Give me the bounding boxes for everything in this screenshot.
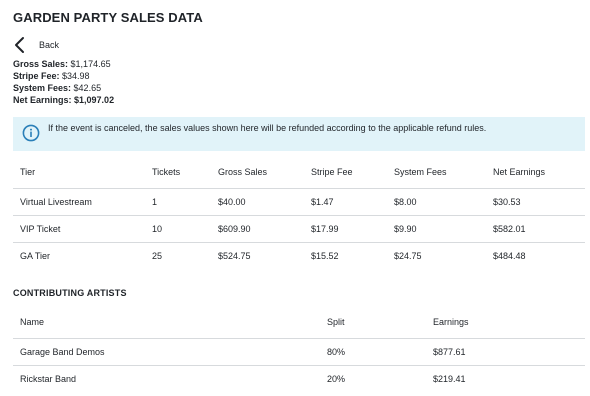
tier-net-earnings: $30.53 [486, 187, 585, 215]
table-row: GA Tier 25 $524.75 $15.52 $24.75 $484.48 [13, 241, 585, 269]
tier-system-fees: $9.90 [387, 214, 486, 242]
artists-header-row: Name Split Earnings [13, 307, 585, 338]
tier-stripe-fee: $15.52 [304, 241, 387, 269]
tiers-header-row: Tier Tickets Gross Sales Stripe Fee Syst… [13, 157, 585, 188]
tier-system-fees: $24.75 [387, 241, 486, 269]
artists-col-earnings: Earnings [433, 317, 469, 328]
artists-col-split: Split [327, 317, 345, 328]
summary-stripe-fee: Stripe Fee: $34.98 [13, 70, 114, 82]
system-fees-label: System Fees: [13, 83, 72, 93]
tier-system-fees: $8.00 [387, 187, 486, 215]
tiers-col-system-fees: System Fees [394, 167, 447, 178]
tiers-col-gross-sales: Gross Sales [218, 167, 268, 178]
gross-sales-label: Gross Sales: [13, 59, 69, 69]
artist-name: Garage Band Demos [13, 337, 320, 365]
table-row: VIP Ticket 10 $609.90 $17.99 $9.90 $582.… [13, 214, 585, 242]
summary-gross-sales: Gross Sales: $1,174.65 [13, 58, 114, 70]
tier-net-earnings: $484.48 [486, 241, 585, 269]
stripe-fee-label: Stripe Fee: [13, 71, 60, 81]
page-title: GARDEN PARTY SALES DATA [13, 10, 203, 25]
tiers-col-net-earnings: Net Earnings [493, 167, 546, 178]
contributing-artists-heading: CONTRIBUTING ARTISTS [13, 288, 127, 298]
back-label: Back [39, 40, 60, 50]
artists-table: Name Split Earnings Garage Band Demos 80… [13, 307, 585, 392]
net-earnings-value: $1,097.02 [74, 95, 115, 105]
tier-name: Virtual Livestream [13, 187, 145, 215]
tiers-col-stripe-fee: Stripe Fee [311, 167, 353, 178]
table-row: Garage Band Demos 80% $877.61 [13, 337, 585, 365]
tier-net-earnings: $582.01 [486, 214, 585, 242]
net-earnings-label: Net Earnings: [13, 95, 72, 105]
summary-system-fees: System Fees: $42.65 [13, 82, 114, 94]
tiers-col-tickets: Tickets [152, 167, 181, 178]
tier-gross-sales: $524.75 [211, 241, 304, 269]
tier-stripe-fee: $1.47 [304, 187, 387, 215]
back-button[interactable]: Back [13, 36, 59, 54]
table-row: Virtual Livestream 1 $40.00 $1.47 $8.00 … [13, 187, 585, 215]
artist-split: 20% [320, 364, 426, 392]
system-fees-value: $42.65 [73, 83, 102, 93]
tier-name: VIP Ticket [13, 214, 145, 242]
tier-gross-sales: $609.90 [211, 214, 304, 242]
info-icon [22, 124, 40, 142]
stripe-fee-value: $34.98 [62, 71, 90, 81]
sales-data-page: GARDEN PARTY SALES DATA Back Gross Sales… [0, 0, 590, 396]
artist-earnings: $219.41 [426, 364, 585, 392]
refund-info-banner: If the event is canceled, the sales valu… [13, 117, 585, 151]
gross-sales-value: $1,174.65 [70, 59, 111, 69]
artists-col-name: Name [20, 317, 45, 328]
artist-name: Rickstar Band [13, 364, 320, 392]
tiers-col-tier: Tier [20, 167, 36, 178]
tier-stripe-fee: $17.99 [304, 214, 387, 242]
tier-gross-sales: $40.00 [211, 187, 304, 215]
summary-net-earnings: Net Earnings: $1,097.02 [13, 94, 114, 106]
tier-name: GA Tier [13, 241, 145, 269]
artist-earnings: $877.61 [426, 337, 585, 365]
tiers-table: Tier Tickets Gross Sales Stripe Fee Syst… [13, 157, 585, 269]
tier-tickets: 10 [145, 214, 211, 242]
tier-tickets: 1 [145, 187, 211, 215]
sales-summary: Gross Sales: $1,174.65 Stripe Fee: $34.9… [13, 58, 114, 106]
artist-split: 80% [320, 337, 426, 365]
tier-tickets: 25 [145, 241, 211, 269]
chevron-left-icon [15, 37, 24, 53]
table-row: Rickstar Band 20% $219.41 [13, 364, 585, 392]
refund-info-message: If the event is canceled, the sales valu… [48, 123, 487, 133]
